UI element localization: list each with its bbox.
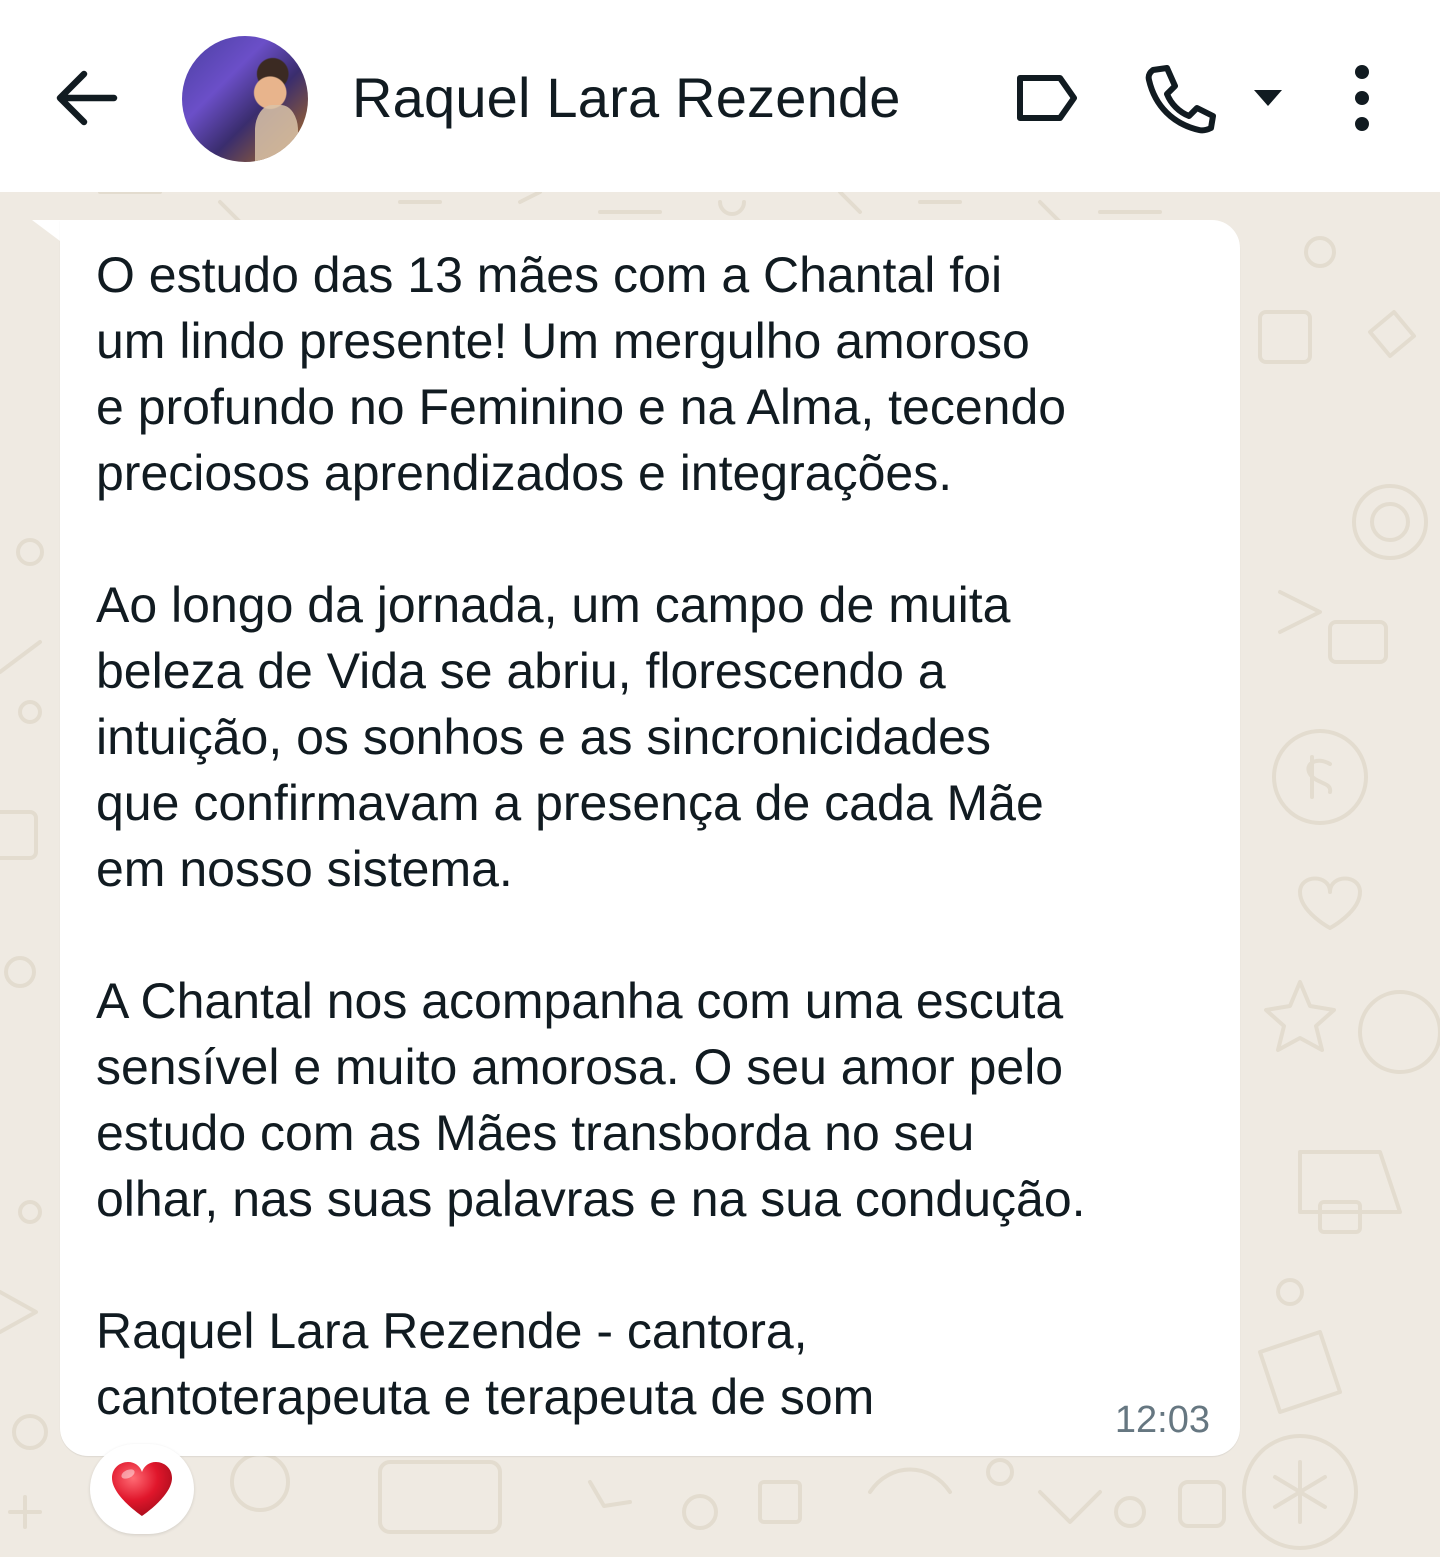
label-icon[interactable] [1010, 66, 1082, 130]
chat-area[interactable]: O estudo das 13 mães com a Chantal foi u… [0, 192, 1440, 1557]
message-text: O estudo das 13 mães com a Chantal foi u… [96, 247, 1086, 1425]
chat-header: Raquel Lara Rezende [0, 0, 1440, 192]
message-reaction[interactable] [90, 1444, 194, 1534]
red-heart-icon [112, 1462, 172, 1516]
caret-down-icon[interactable] [1250, 84, 1286, 112]
message-bubble[interactable]: O estudo das 13 mães com a Chantal foi u… [60, 220, 1240, 1456]
contact-name[interactable]: Raquel Lara Rezende [352, 64, 901, 132]
more-vertical-icon[interactable] [1342, 62, 1382, 134]
contact-avatar[interactable] [182, 36, 308, 162]
phone-icon[interactable] [1143, 62, 1219, 134]
message-timestamp: 12:03 [1114, 1399, 1210, 1441]
arrow-left-icon[interactable] [50, 66, 120, 130]
